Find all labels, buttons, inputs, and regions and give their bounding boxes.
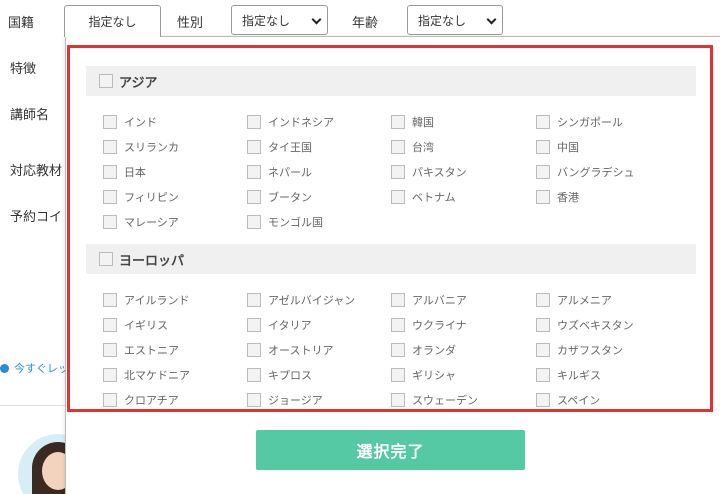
age-value: 指定なし <box>418 13 467 28</box>
promo-text: 今すぐレッ <box>14 362 69 375</box>
nationality-label: 国籍 <box>8 16 35 31</box>
age-select[interactable]: 指定なし <box>407 5 503 35</box>
selection-done-button[interactable]: 選択完了 <box>256 430 525 470</box>
promo-link[interactable]: 今すぐレッ <box>0 360 69 376</box>
features-label: 特徴 <box>10 62 37 77</box>
chevron-down-icon <box>486 14 497 25</box>
nationality-select[interactable]: 指定なし <box>64 5 161 37</box>
gender-select[interactable]: 指定なし <box>231 5 328 35</box>
teacher-name-label: 講師名 <box>10 108 50 123</box>
info-dot-icon <box>0 363 9 373</box>
materials-label: 対応教材 <box>10 164 63 179</box>
highlight-box <box>67 45 713 412</box>
coins-label: 予約コイ <box>10 210 63 225</box>
gender-value: 指定なし <box>242 13 291 28</box>
nationality-value: 指定なし <box>88 15 137 29</box>
age-label: 年齢 <box>352 16 379 31</box>
chevron-down-icon <box>311 14 322 25</box>
gender-label: 性別 <box>177 16 204 31</box>
divider <box>0 405 66 406</box>
